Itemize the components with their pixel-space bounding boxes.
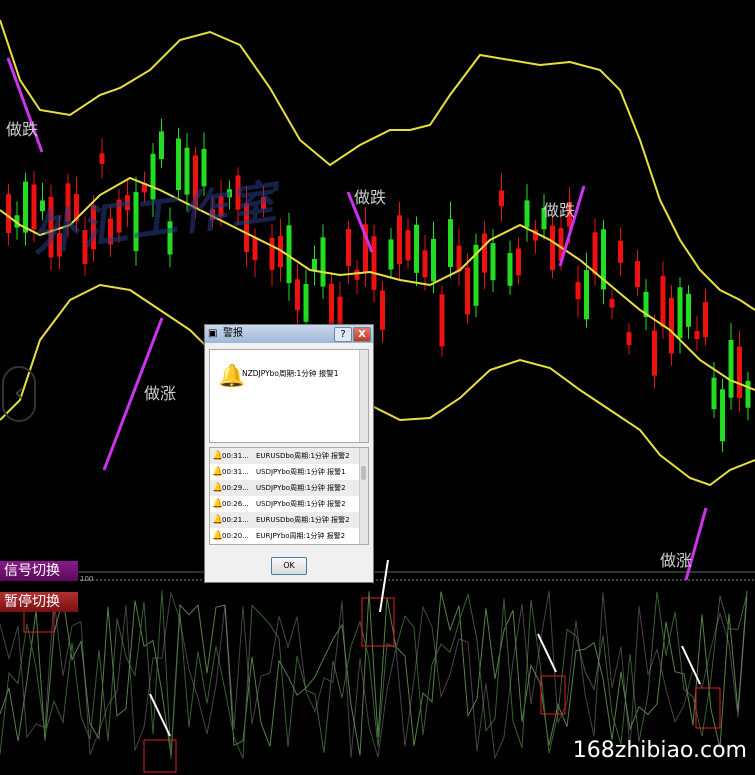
candle — [618, 240, 623, 263]
alert-history-list: 🔔 00:31... EURUSDbo周期:1分钟 报警2 🔔 00:31... USD… — [209, 447, 369, 545]
buy-label-2: 做涨 — [660, 551, 693, 570]
candle — [371, 236, 377, 290]
candle — [660, 275, 666, 327]
candle — [669, 297, 674, 354]
candle — [346, 228, 351, 266]
alert-message: NZDJPYbo周期:1分钟 报警1 — [242, 369, 339, 378]
candle — [456, 245, 462, 272]
candle — [312, 258, 317, 272]
alert-dialog: ▣ 警报 ? X 🔔 NZDJPYbo周期:1分钟 报警1 🔔 00:31... E… — [204, 324, 374, 583]
close-button[interactable]: X — [353, 327, 371, 342]
candle — [745, 380, 751, 408]
candle — [252, 237, 258, 261]
candle — [431, 238, 436, 282]
candle — [524, 200, 530, 228]
candle — [354, 269, 360, 280]
list-item[interactable]: 🔔 00:29... USDJPYbo周期:1分钟 报警2 — [210, 480, 368, 496]
candle — [499, 190, 504, 207]
candle — [388, 239, 394, 270]
alert-message-area: 🔔 NZDJPYbo周期:1分钟 报警1 — [209, 349, 369, 443]
list-item[interactable]: 🔔 00:21... EURUSDbo周期:1分钟 报警2 — [210, 512, 368, 528]
candle — [584, 270, 589, 320]
candle — [320, 237, 326, 287]
list-item[interactable]: 🔔 00:20... EURJPYbo周期:1分钟 报警2 — [210, 528, 368, 544]
candle — [397, 215, 402, 265]
candle — [703, 301, 708, 338]
signal-switch-button[interactable]: 信号切换 — [0, 561, 78, 581]
candle — [516, 248, 521, 276]
candle — [686, 293, 691, 327]
candle — [159, 131, 164, 160]
price-chart — [0, 0, 755, 775]
candle — [465, 267, 470, 315]
candle — [422, 250, 428, 278]
sell-label-3: 做跌 — [543, 201, 576, 220]
candle — [490, 243, 496, 281]
list-scrollbar[interactable] — [359, 448, 368, 544]
chevron-left-icon[interactable]: ‹ — [2, 366, 36, 422]
candle — [295, 279, 300, 311]
candle — [99, 153, 105, 164]
candle — [626, 332, 632, 346]
candle — [720, 389, 725, 442]
message-scrollbar[interactable] — [359, 350, 368, 442]
candle — [414, 224, 419, 273]
candle — [439, 294, 445, 347]
indicator-level-label: 100 — [80, 575, 94, 583]
candle — [380, 290, 385, 330]
candle — [609, 298, 615, 308]
help-button[interactable]: ? — [334, 327, 352, 342]
ok-button[interactable]: OK — [271, 557, 307, 575]
dialog-title: 警报 — [223, 328, 243, 339]
candle — [448, 219, 453, 267]
candle — [269, 237, 275, 270]
candle — [677, 287, 683, 339]
site-watermark: 168zhibiao.com — [572, 738, 747, 763]
list-item[interactable]: 🔔 00:31... USDJPYbo周期:1分钟 报警1 — [210, 464, 368, 480]
candle — [592, 232, 598, 275]
dialog-titlebar[interactable]: ▣ 警报 ? X — [205, 325, 373, 343]
candle — [405, 230, 411, 261]
candle — [6, 194, 11, 234]
candle — [711, 377, 717, 410]
buy-label-1: 做涨 — [144, 384, 177, 403]
candle — [652, 330, 657, 376]
pause-switch-button[interactable]: 暂停切换 — [0, 592, 78, 612]
candle — [303, 284, 309, 322]
list-item[interactable]: 🔔 00:31... EURUSDbo周期:1分钟 报警2 — [210, 448, 368, 464]
scroll-thumb[interactable] — [361, 466, 366, 480]
candle — [737, 346, 742, 399]
candle — [575, 282, 581, 300]
candle — [635, 261, 640, 288]
sell-label-1: 做跌 — [6, 120, 39, 139]
list-item[interactable]: 🔔 00:26... USDJPYbo周期:1分钟 报警2 — [210, 496, 368, 512]
app-icon: ▣ — [208, 328, 218, 339]
candle — [728, 339, 734, 398]
candle — [507, 253, 513, 286]
candle — [482, 233, 487, 273]
candle — [694, 331, 700, 340]
sell-label-2: 做跌 — [354, 188, 387, 207]
candle — [550, 225, 555, 270]
